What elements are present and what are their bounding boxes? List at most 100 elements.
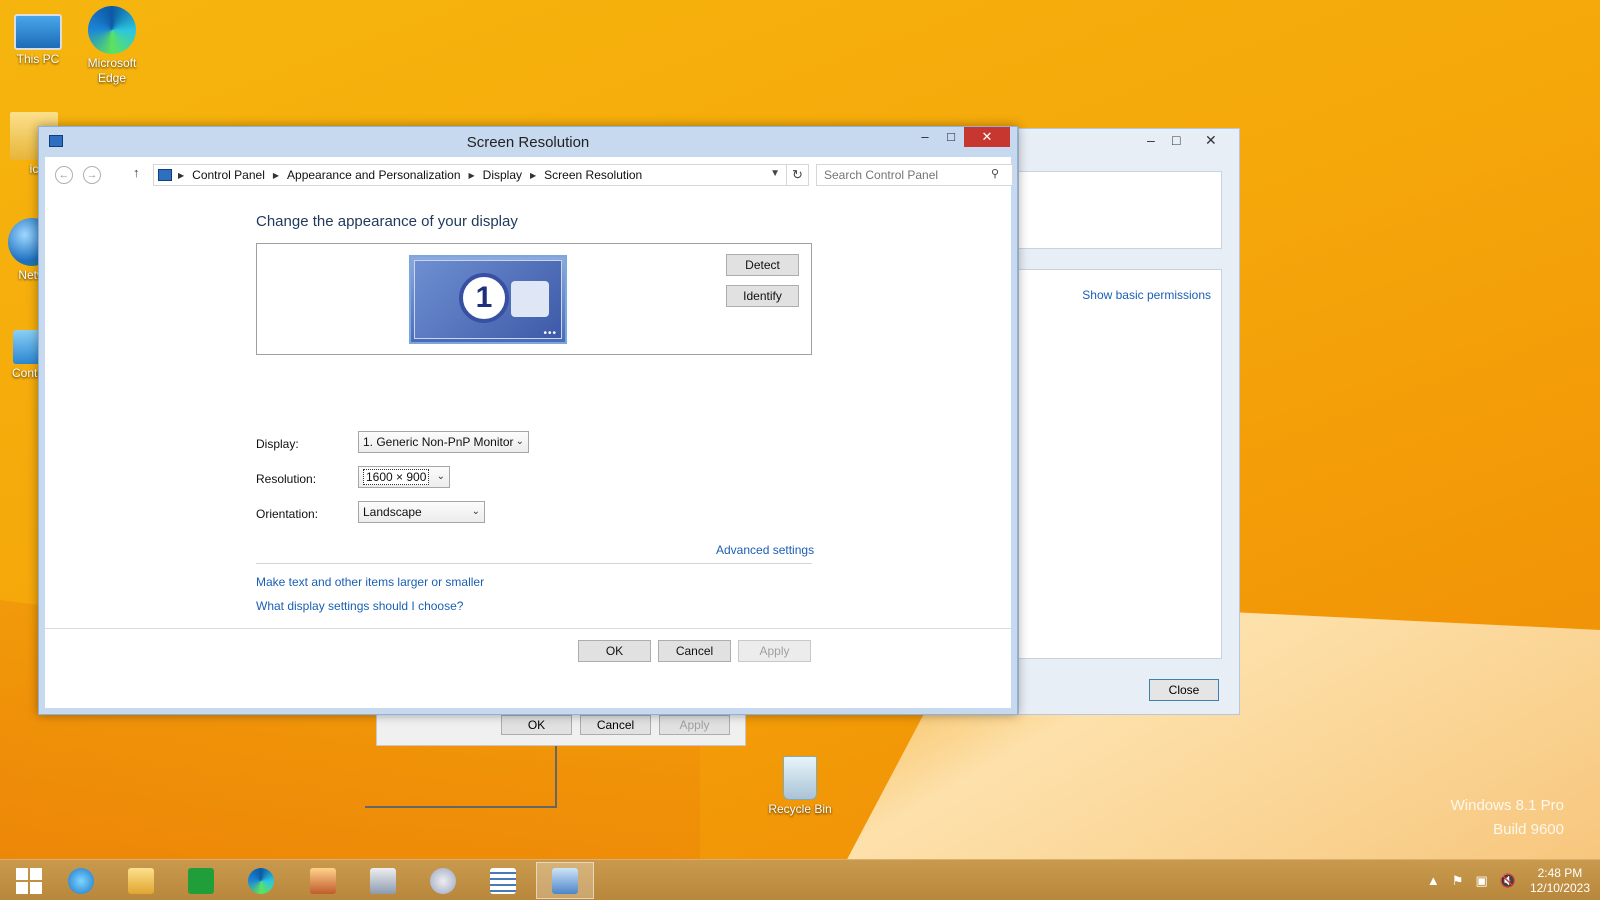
content-area: Change the appearance of your display 1 …: [45, 191, 1011, 708]
detect-button[interactable]: Detect: [726, 254, 799, 276]
chevron-right-icon: ▶: [530, 170, 537, 180]
forward-arrow-icon[interactable]: →: [83, 166, 101, 184]
volume-muted-icon[interactable]: 🔇: [1500, 873, 1516, 889]
taskbar: ▲ ⚑ ▣ 🔇 2:48 PM 12/10/2023: [0, 859, 1600, 900]
edge-icon: [88, 6, 136, 54]
control-panel-icon: [158, 169, 172, 181]
clock-date: 12/10/2023: [1529, 880, 1590, 895]
up-arrow-icon[interactable]: ↑: [133, 165, 140, 180]
chevron-right-icon: ▶: [178, 170, 185, 180]
maximize-icon[interactable]: □: [1172, 132, 1180, 148]
taskbar-list-app[interactable]: [474, 862, 532, 899]
flag-icon[interactable]: ⚑: [1452, 873, 1464, 889]
disc-icon: [430, 867, 456, 894]
apply-button[interactable]: Apply: [659, 715, 730, 735]
chevron-right-icon: ▶: [468, 170, 475, 180]
orientation-select-value: Landscape: [363, 505, 422, 519]
desktop-icon-label: Recycle Bin: [768, 802, 832, 816]
breadcrumb-display[interactable]: Display: [483, 168, 522, 182]
window-title: Screen Resolution: [466, 134, 590, 151]
page-heading: Change the appearance of your display: [256, 213, 518, 230]
network-tray-icon[interactable]: ▣: [1475, 873, 1487, 889]
app-icon: [310, 867, 336, 894]
breadcrumb-appearance[interactable]: Appearance and Personalization: [287, 168, 460, 182]
taskbar-app-5[interactable]: [294, 862, 352, 899]
list-icon: [490, 867, 516, 894]
taskbar-file-explorer[interactable]: [112, 862, 170, 899]
display-settings-icon: [552, 867, 578, 894]
advanced-settings-link[interactable]: Advanced settings: [716, 543, 814, 557]
display-settings-help-link[interactable]: What display settings should I choose?: [256, 599, 463, 613]
windows-watermark: Windows 8.1 Pro Build 9600: [1451, 794, 1564, 842]
close-button[interactable]: Close: [1149, 679, 1219, 701]
chevron-down-icon: ⌄: [515, 436, 524, 447]
text-size-link[interactable]: Make text and other items larger or smal…: [256, 575, 484, 589]
display-select[interactable]: 1. Generic Non-PnP Monitor ⌄: [358, 431, 529, 453]
chevron-down-icon: ⌄: [471, 506, 480, 517]
background-window-panel: Show basic permissions: [1019, 269, 1222, 659]
background-window: – □ ✕ Show basic permissions Close: [1018, 128, 1240, 715]
address-bar[interactable]: ▶ Control Panel ▶ Appearance and Persona…: [153, 164, 787, 186]
minimize-icon[interactable]: –: [1147, 132, 1155, 148]
show-basic-permissions-link[interactable]: Show basic permissions: [1082, 288, 1211, 302]
back-arrow-icon[interactable]: ←: [55, 166, 73, 184]
monitor-preview-box: 1 ••• Detect Identify: [256, 243, 812, 355]
internet-explorer-icon: [68, 867, 94, 894]
search-input[interactable]: [816, 164, 1013, 186]
cancel-button[interactable]: Cancel: [580, 715, 651, 735]
taskbar-media-app[interactable]: [414, 862, 472, 899]
resolution-select-value: 1600 × 900: [363, 469, 430, 485]
taskbar-network-app[interactable]: [354, 862, 412, 899]
desktop-icon-edge[interactable]: Microsoft Edge: [74, 6, 150, 86]
taskbar-store[interactable]: [172, 862, 230, 899]
desktop-icon-label: Microsoft Edge: [87, 56, 137, 85]
apply-button[interactable]: Apply: [738, 640, 811, 662]
monitor-number: 1: [459, 273, 509, 323]
store-icon: [188, 867, 214, 894]
watermark-build: Build 9600: [1493, 821, 1564, 838]
start-button[interactable]: [0, 862, 58, 899]
system-tray: ▲ ⚑ ▣ 🔇 2:48 PM 12/10/2023: [1421, 860, 1600, 900]
chevron-up-icon[interactable]: ▲: [1427, 873, 1440, 888]
taskbar-display-settings[interactable]: [536, 862, 594, 899]
chevron-down-icon[interactable]: ▼: [770, 168, 780, 179]
address-row: ← → ↑ ▶ Control Panel ▶ Appearance and P…: [45, 157, 1013, 191]
close-icon[interactable]: ✕: [1205, 132, 1217, 149]
background-window-panel: [1019, 171, 1222, 249]
monitor-1-preview[interactable]: 1 •••: [409, 255, 567, 344]
minimize-icon[interactable]: –: [911, 127, 939, 147]
resolution-select[interactable]: 1600 × 900 ⌄: [358, 466, 450, 488]
ok-button[interactable]: OK: [578, 640, 651, 662]
breadcrumb-screen-resolution[interactable]: Screen Resolution: [544, 168, 642, 182]
chevron-right-icon: ▶: [272, 170, 280, 180]
watermark-edition: Windows 8.1 Pro: [1450, 797, 1564, 814]
identify-button[interactable]: Identify: [726, 285, 799, 307]
maximize-icon[interactable]: □: [937, 127, 965, 147]
desktop-icon-label: This PC: [16, 52, 60, 66]
computer-icon: [14, 14, 62, 50]
orientation-select[interactable]: Landscape ⌄: [358, 501, 485, 523]
close-icon[interactable]: ✕: [964, 127, 1010, 147]
search-icon[interactable]: ⚲: [991, 167, 999, 180]
edge-icon: [248, 867, 274, 894]
titlebar: Screen Resolution – □ ✕: [39, 127, 1017, 157]
refresh-icon[interactable]: ↻: [787, 164, 809, 186]
ok-button[interactable]: OK: [501, 715, 572, 735]
screen-resolution-window: Screen Resolution – □ ✕ ← → ↑ ▶ Control …: [38, 126, 1018, 715]
grid-icon: [511, 281, 549, 317]
footer-divider: [45, 628, 1011, 629]
recycle-bin-icon: [783, 756, 817, 800]
taskbar-internet-explorer[interactable]: [52, 862, 110, 899]
chevron-down-icon: ⌄: [436, 471, 445, 482]
divider: [256, 563, 812, 564]
background-dialog: OK Cancel Apply: [376, 714, 746, 746]
clock[interactable]: 2:48 PM 12/10/2023: [1530, 866, 1590, 896]
desktop-icon-this-pc[interactable]: This PC: [0, 6, 76, 67]
display-label: Display:: [256, 437, 299, 451]
file-explorer-icon: [128, 867, 154, 894]
display-select-value: 1. Generic Non-PnP Monitor: [363, 435, 514, 449]
breadcrumb-control-panel[interactable]: Control Panel: [192, 168, 265, 182]
desktop-icon-recycle-bin[interactable]: Recycle Bin: [762, 756, 838, 817]
cancel-button[interactable]: Cancel: [658, 640, 731, 662]
taskbar-edge[interactable]: [232, 862, 290, 899]
